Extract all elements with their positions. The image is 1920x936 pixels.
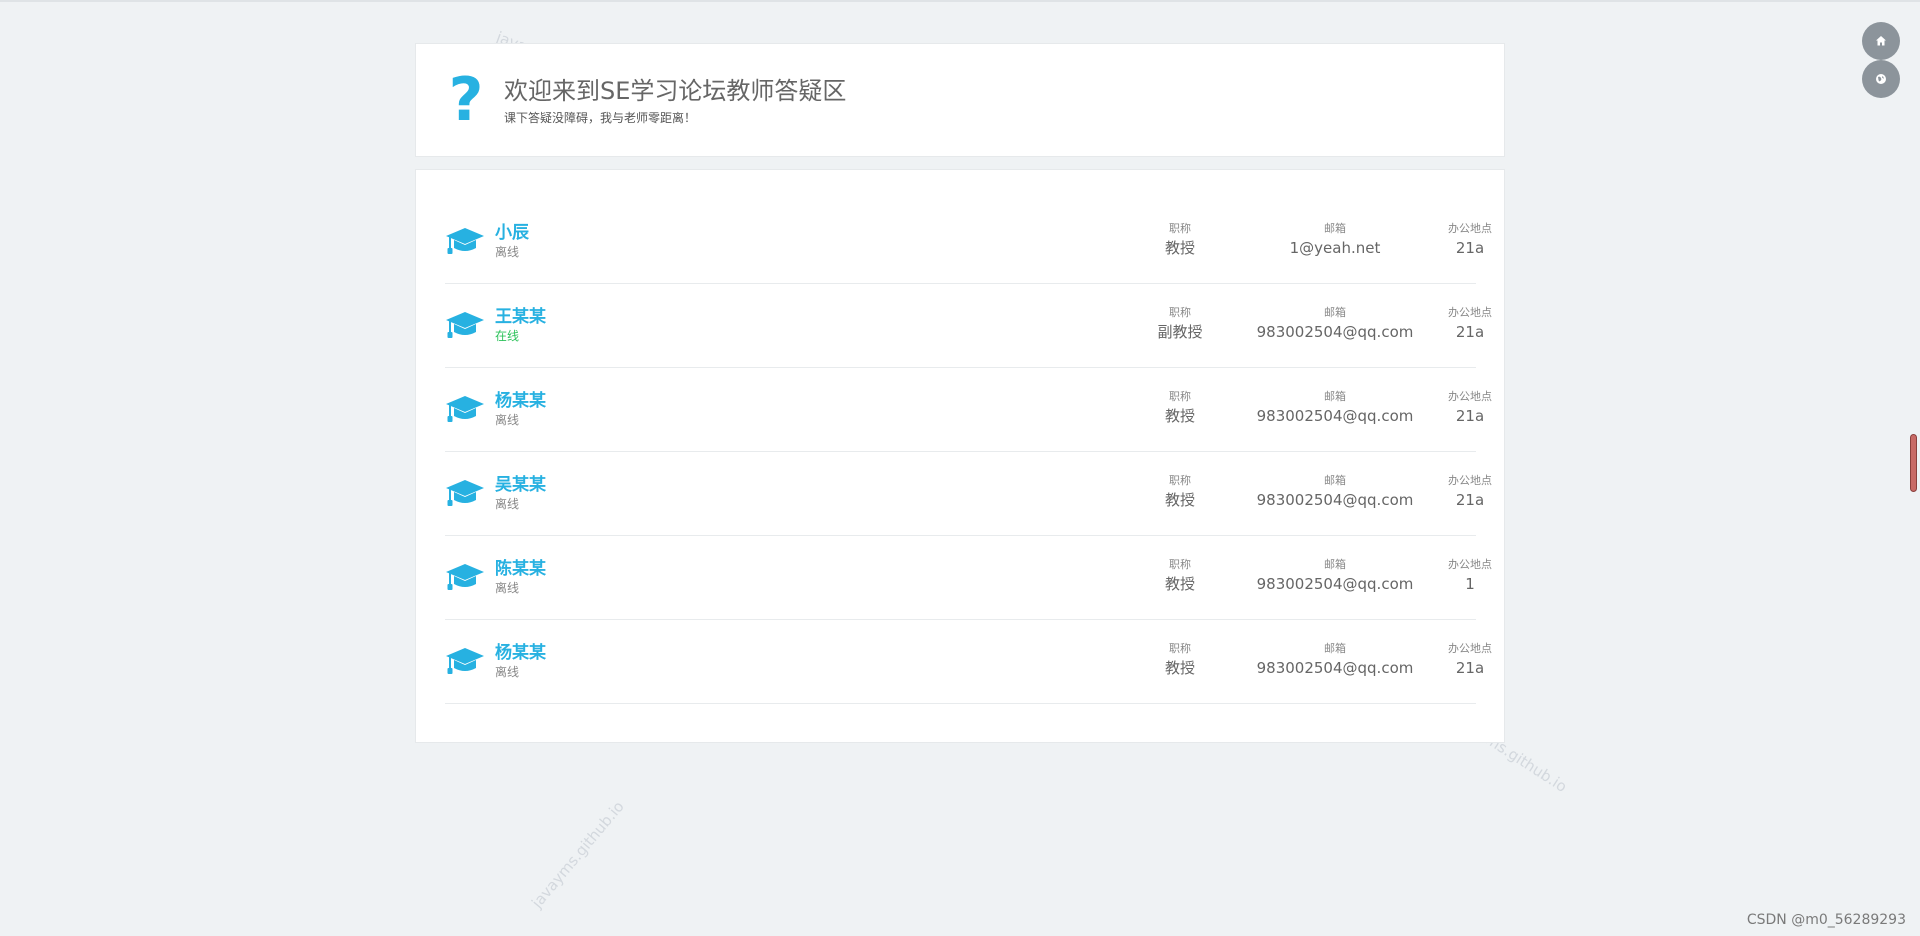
teacher-title: 教授 [1164,239,1195,257]
email-label: 邮箱 [1324,222,1346,235]
email-label: 邮箱 [1324,558,1346,571]
footer-credit: CSDN @m0_56289293 [1746,912,1906,928]
home-button[interactable] [1862,22,1900,60]
graduation-cap-icon [446,228,484,254]
teacher-office-cell: 办公地点 21a [1430,474,1510,511]
teacher-email-cell: 邮箱 983002504@qq.com [1235,558,1435,595]
office-label: 办公地点 [1448,222,1492,235]
teacher-title: 副教授 [1157,323,1203,341]
teacher-title-cell: 职称 教授 [1135,222,1225,259]
graduation-cap-icon [446,312,484,338]
top-divider [0,0,1920,2]
office-label: 办公地点 [1448,474,1492,487]
title-label: 职称 [1169,390,1191,403]
teacher-email: 983002504@qq.com [1256,659,1414,677]
teacher-name[interactable]: 杨某某 [495,386,546,411]
title-label: 职称 [1169,474,1191,487]
graduation-cap-icon [446,564,484,590]
teacher-status: 离线 [495,581,520,595]
email-label: 邮箱 [1324,306,1346,319]
teacher-office: 21a [1455,659,1485,677]
title-label: 职称 [1169,306,1191,319]
teacher-office: 21a [1455,239,1485,257]
header-card: ? 欢迎来到SE学习论坛教师答疑区 课下答疑没障碍，我与老师零距离！ [415,43,1505,157]
teacher-title: 教授 [1164,659,1195,677]
teacher-email-cell: 邮箱 983002504@qq.com [1235,474,1435,511]
page: javayms.github.io javayms.github.io java… [0,0,1920,936]
teacher-email: 983002504@qq.com [1256,323,1414,341]
teacher-title: 教授 [1164,407,1195,425]
teacher-office: 1 [1465,575,1475,593]
office-label: 办公地点 [1448,558,1492,571]
graduation-cap-icon [446,396,484,422]
teacher-title: 教授 [1164,491,1195,509]
teacher-office-cell: 办公地点 21a [1430,306,1510,343]
teacher-title-cell: 职称 教授 [1135,558,1225,595]
teacher-row: 陈某某 离线 职称 教授 邮箱 983002504@qq.com 办公地点 1 [445,536,1492,620]
teacher-row: 小辰 离线 职称 教授 邮箱 1@yeah.net 办公地点 21a [445,200,1492,284]
title-label: 职称 [1169,222,1191,235]
teacher-list: 小辰 离线 职称 教授 邮箱 1@yeah.net 办公地点 21a 王某某 在… [445,200,1492,704]
teacher-status: 离线 [495,497,520,511]
teacher-title-cell: 职称 教授 [1135,390,1225,427]
teacher-name[interactable]: 杨某某 [495,638,546,663]
teacher-list-card: 小辰 离线 职称 教授 邮箱 1@yeah.net 办公地点 21a 王某某 在… [415,169,1505,743]
teacher-row: 杨某某 离线 职称 教授 邮箱 983002504@qq.com 办公地点 21… [445,620,1492,704]
title-label: 职称 [1169,558,1191,571]
teacher-status: 离线 [495,665,520,679]
teacher-email: 983002504@qq.com [1256,575,1414,593]
teacher-office-cell: 办公地点 21a [1430,642,1510,679]
teacher-email-cell: 邮箱 983002504@qq.com [1235,642,1435,679]
teacher-row: 吴某某 离线 职称 教授 邮箱 983002504@qq.com 办公地点 21… [445,452,1492,536]
teacher-status: 离线 [495,413,520,427]
page-subtitle: 课下答疑没障碍，我与老师零距离！ [504,111,697,125]
teacher-status: 离线 [495,245,520,259]
teacher-row: 杨某某 离线 职称 教授 邮箱 983002504@qq.com 办公地点 21… [445,368,1492,452]
teacher-email-cell: 邮箱 1@yeah.net [1235,222,1435,259]
teacher-title-cell: 职称 副教授 [1135,306,1225,343]
globe-icon [1876,74,1886,84]
teacher-office-cell: 办公地点 1 [1430,558,1510,595]
scrollbar-thumb[interactable] [1910,434,1917,492]
teacher-title-cell: 职称 教授 [1135,642,1225,679]
teacher-status: 在线 [495,329,520,343]
teacher-title-cell: 职称 教授 [1135,474,1225,511]
teacher-title: 教授 [1164,575,1195,593]
teacher-email: 983002504@qq.com [1256,407,1414,425]
office-label: 办公地点 [1448,642,1492,655]
graduation-cap-icon [446,648,484,674]
email-label: 邮箱 [1324,642,1346,655]
teacher-name[interactable]: 吴某某 [495,470,546,495]
teacher-name[interactable]: 王某某 [495,302,546,327]
teacher-office: 21a [1455,407,1485,425]
teacher-name[interactable]: 陈某某 [495,554,546,579]
email-label: 邮箱 [1324,390,1346,403]
teacher-office-cell: 办公地点 21a [1430,222,1510,259]
teacher-office-cell: 办公地点 21a [1430,390,1510,427]
teacher-email-cell: 邮箱 983002504@qq.com [1235,390,1435,427]
teacher-office: 21a [1455,323,1485,341]
graduation-cap-icon [446,480,484,506]
teacher-email-cell: 邮箱 983002504@qq.com [1235,306,1435,343]
question-mark-icon: ? [448,65,484,135]
office-label: 办公地点 [1448,390,1492,403]
teacher-row: 王某某 在线 职称 副教授 邮箱 983002504@qq.com 办公地点 2… [445,284,1492,368]
home-icon [1876,36,1886,46]
office-label: 办公地点 [1448,306,1492,319]
teacher-office: 21a [1455,491,1485,509]
email-label: 邮箱 [1324,474,1346,487]
watermark: javayms.github.io [528,797,628,912]
title-label: 职称 [1169,642,1191,655]
page-title: 欢迎来到SE学习论坛教师答疑区 [504,77,847,105]
globe-button[interactable] [1862,60,1900,98]
teacher-name[interactable]: 小辰 [495,218,529,243]
teacher-email: 983002504@qq.com [1256,491,1414,509]
teacher-email: 1@yeah.net [1289,239,1381,257]
